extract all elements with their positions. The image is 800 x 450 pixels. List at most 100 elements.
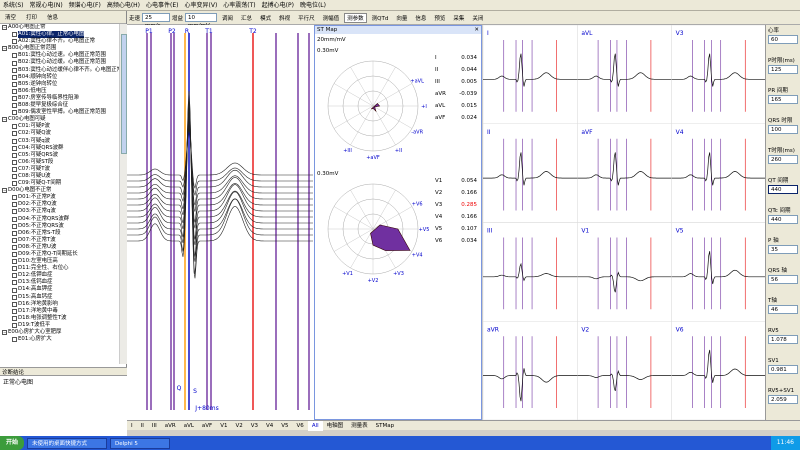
diagnosis-text[interactable]: 正常心电图	[0, 376, 127, 436]
tab-13[interactable]: 电轴图	[323, 421, 348, 431]
tree-item[interactable]: D08:不正常U波	[0, 244, 119, 251]
checkbox[interactable]	[12, 131, 17, 137]
lead-cell[interactable]	[482, 123, 578, 223]
tree-item[interactable]: D07:不正常T波	[0, 237, 119, 244]
measure-value[interactable]: 100	[768, 125, 798, 134]
checkbox[interactable]	[12, 32, 17, 38]
lead-cell[interactable]	[577, 123, 672, 223]
checkbox[interactable]	[12, 209, 17, 215]
lead-cell[interactable]	[482, 222, 578, 322]
tree-item[interactable]: D06:不正常S-T段	[0, 230, 119, 237]
info-button[interactable]: 信息	[44, 12, 61, 22]
lead-cell[interactable]	[482, 321, 578, 421]
menu-item-7[interactable]: 起搏心电(P)	[259, 0, 297, 11]
tree-item[interactable]: D17:洋地黄中毒	[0, 308, 119, 315]
checkbox[interactable]: −	[2, 117, 7, 123]
toolbar-button-2[interactable]: 模式	[257, 13, 274, 23]
checkbox[interactable]	[12, 280, 17, 286]
tab-11[interactable]: V6	[293, 421, 308, 431]
tab-10[interactable]: V5	[277, 421, 292, 431]
tab-0[interactable]: I	[127, 421, 137, 431]
checkbox[interactable]	[12, 337, 17, 343]
menu-item-3[interactable]: 高频心电(H)	[104, 0, 143, 11]
toolbar-button-9[interactable]: 信息	[412, 13, 429, 23]
tree-item[interactable]: D05:不正常QRS波	[0, 223, 119, 230]
taskbar-item-delphi[interactable]: Delphi 5	[110, 437, 171, 449]
tab-9[interactable]: V4	[262, 421, 277, 431]
lead-cell[interactable]	[577, 24, 672, 124]
measure-value[interactable]: 165	[768, 95, 798, 104]
tab-12[interactable]: All	[307, 420, 323, 431]
checkbox[interactable]	[12, 174, 17, 180]
tree-item[interactable]: C05:可疑QRS波	[0, 152, 119, 159]
checkbox[interactable]: −	[2, 188, 7, 194]
tree-item[interactable]: C03:可疑q波	[0, 138, 119, 145]
tree-item[interactable]: D14:高血钾症	[0, 286, 119, 293]
tab-5[interactable]: aVF	[198, 421, 216, 431]
print-button[interactable]: 打印	[23, 12, 40, 22]
tree-item[interactable]: B03:窦性心动过缓伴心律不齐。心电图正常范围	[0, 67, 119, 74]
checkbox[interactable]: −	[2, 25, 7, 31]
toolbar-button-3[interactable]: 斜视	[276, 13, 293, 23]
lead-cell[interactable]	[671, 222, 767, 322]
toolbar-button-12[interactable]: 关闭	[469, 13, 486, 23]
tree-item[interactable]: D16:洋地黄影响	[0, 301, 119, 308]
checkbox[interactable]	[12, 230, 17, 236]
checkbox[interactable]	[12, 259, 17, 265]
toolbar-button-10[interactable]: 预览	[431, 13, 448, 23]
tree-item[interactable]: C04:可疑QRS波群	[0, 145, 119, 152]
checkbox[interactable]	[12, 159, 17, 165]
menu-item-2[interactable]: 频谱心电(F)	[66, 0, 104, 11]
tree-item[interactable]: C07:可疑T波	[0, 166, 119, 173]
tree-item[interactable]: B05:逆钟向转位	[0, 81, 119, 88]
lead-cell[interactable]	[577, 222, 672, 322]
menu-item-6[interactable]: 心率震荡(T)	[220, 0, 258, 11]
tree-item[interactable]: D03:不正常q波	[0, 208, 119, 215]
checkbox[interactable]	[12, 81, 17, 87]
checkbox[interactable]	[12, 74, 17, 80]
checkbox[interactable]	[12, 266, 17, 272]
clear-button[interactable]: 清空	[2, 12, 19, 22]
close-icon[interactable]: ✕	[474, 26, 481, 34]
toolbar-button-0[interactable]: 调阅	[219, 13, 236, 23]
checkbox[interactable]	[12, 301, 17, 307]
tree-item[interactable]: C06:可疑ST段	[0, 159, 119, 166]
checkbox[interactable]	[12, 244, 17, 250]
checkbox[interactable]	[12, 216, 17, 222]
measure-value[interactable]: 440	[768, 215, 798, 224]
menu-item-8[interactable]: 晚电位(L)	[297, 0, 329, 11]
toolbar-button-7[interactable]: 测QTd	[369, 13, 392, 23]
checkbox[interactable]	[12, 237, 17, 243]
checkbox[interactable]	[12, 322, 17, 328]
tree-item[interactable]: C02:可疑Q波	[0, 130, 119, 137]
checkbox[interactable]	[12, 124, 17, 130]
checkbox[interactable]	[12, 308, 17, 314]
tab-4[interactable]: aVL	[180, 421, 198, 431]
tree-item[interactable]: B06:低电压	[0, 88, 119, 95]
toolbar-button-4[interactable]: 平行尺	[295, 13, 318, 23]
tab-6[interactable]: V1	[216, 421, 231, 431]
checkbox[interactable]	[12, 88, 17, 94]
gain-select[interactable]: 10 mm/mV	[185, 13, 218, 29]
measure-value[interactable]: 125	[768, 65, 798, 74]
tab-1[interactable]: II	[137, 421, 148, 431]
toolbar-button-11[interactable]: 采集	[450, 13, 467, 23]
checkbox[interactable]	[12, 181, 17, 187]
tab-7[interactable]: V2	[231, 421, 246, 431]
checkbox[interactable]	[12, 145, 17, 151]
toolbar-button-6[interactable]: 测参数	[344, 12, 367, 23]
overlay-svg[interactable]: P1 P2 R T1 T2 Q S J+80ms	[127, 25, 314, 420]
checkbox[interactable]	[12, 273, 17, 279]
checkbox[interactable]	[12, 60, 17, 66]
speed-select[interactable]: 25 mm/s	[142, 13, 171, 29]
lead-cell[interactable]	[671, 24, 767, 124]
tab-14[interactable]: 测量表	[347, 421, 372, 431]
tree-item[interactable]: C08:可疑U波	[0, 173, 119, 180]
tree-item[interactable]: D18:电张调整性T波	[0, 315, 119, 322]
menu-item-0[interactable]: 系统(S)	[0, 0, 27, 11]
tab-8[interactable]: V3	[247, 421, 262, 431]
checkbox[interactable]	[12, 294, 17, 300]
measure-value[interactable]: 56	[768, 275, 798, 284]
checkbox[interactable]	[12, 166, 17, 172]
tree-scrollbar[interactable]	[119, 24, 127, 364]
